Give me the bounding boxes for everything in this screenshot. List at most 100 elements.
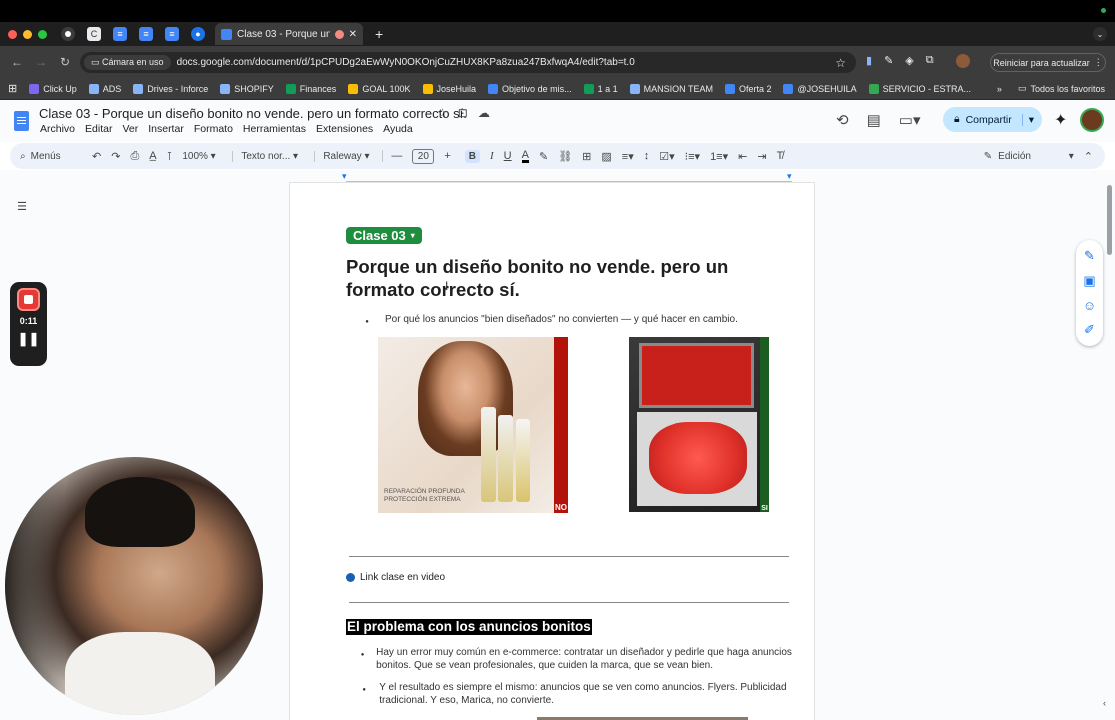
undo-icon[interactable]: ↶ — [92, 150, 101, 163]
address-bar[interactable]: ▭ Cámara en uso docs.google.com/document… — [80, 52, 856, 73]
outline-icon[interactable]: ☰ — [11, 196, 33, 216]
editing-mode-select[interactable]: ✎ Edición ▾ — [984, 151, 1074, 162]
bulleted-list-icon[interactable]: ⁝≡▾ — [685, 150, 700, 163]
checklist-icon[interactable]: ☑▾ — [659, 150, 674, 163]
line-spacing-icon[interactable]: ↕ — [644, 150, 650, 162]
profile-avatar[interactable] — [955, 54, 970, 68]
docs-logo-icon[interactable] — [14, 111, 29, 131]
bookmark-item[interactable]: MANSION TEAM — [629, 83, 713, 94]
bold-icon[interactable]: B — [464, 149, 480, 163]
webcam-bubble[interactable] — [5, 457, 263, 715]
menu-item-formato[interactable]: Formato — [194, 123, 233, 135]
bookmark-item[interactable]: ADS — [88, 83, 121, 94]
update-button[interactable]: Reiniciar para actualizar ⋮ — [990, 53, 1106, 72]
add-comment-icon[interactable]: ⊞ — [582, 150, 591, 163]
bookmark-item[interactable]: Finances — [285, 83, 336, 94]
bookmark-item[interactable]: SERVICIO - ESTRA... — [868, 83, 971, 94]
decrease-indent-icon[interactable]: ⇤ — [738, 150, 747, 163]
redo-icon[interactable]: ↷ — [111, 150, 120, 163]
bookmark-item[interactable]: 1 a 1 — [583, 83, 618, 94]
close-tab-icon[interactable]: ✕ — [349, 29, 357, 40]
ad-image-formato[interactable]: SI — [629, 337, 769, 512]
menu-item-herramientas[interactable]: Herramientas — [243, 123, 306, 135]
align-icon[interactable]: ≡▾ — [622, 150, 634, 163]
camera-in-use-chip[interactable]: ▭ Cámara en uso — [84, 55, 171, 70]
bookmark-item[interactable]: Click Up — [29, 83, 77, 94]
font-size-input[interactable]: 20 — [412, 148, 435, 164]
video-link[interactable]: Link clase en video — [346, 572, 445, 583]
extension-icon[interactable]: ◈ — [905, 54, 913, 68]
link-icon[interactable]: ⛓ — [558, 150, 572, 163]
pen-extension-icon[interactable]: ✎ — [884, 54, 893, 68]
collapse-toolbar-icon[interactable]: ⌃ — [1084, 150, 1093, 163]
ad-image-bonito[interactable]: REPARACIÓN PROFUNDA PROTECCIÓN EXTREMA N… — [378, 337, 568, 513]
insert-image-icon[interactable]: ▨ — [601, 150, 611, 163]
window-close-button[interactable] — [8, 29, 17, 39]
docs-tab-icon[interactable]: ≡ — [165, 27, 179, 41]
search-menus[interactable]: ⌕ Menús — [20, 151, 82, 162]
meet-icon[interactable]: ▭▾ — [899, 111, 921, 129]
tab-search-icon[interactable]: ⌄ — [1093, 27, 1107, 41]
emoji-reaction-icon[interactable]: ☺ — [1081, 296, 1099, 314]
right-indent-marker-icon[interactable]: ▾ — [787, 171, 792, 182]
class-chip[interactable]: Clase 03 ▾ — [346, 227, 422, 244]
decrease-font-size-icon[interactable]: — — [382, 150, 402, 162]
bookmark-item[interactable]: GOAL 100K — [348, 83, 411, 94]
zoom-select[interactable]: 100% ▾ — [182, 151, 222, 162]
menu-item-ver[interactable]: Ver — [122, 123, 138, 135]
cloud-status-icon[interactable]: ☁ — [478, 106, 490, 120]
apps-grid-icon[interactable]: ⊞ — [8, 82, 17, 95]
menu-item-extensiones[interactable]: Extensiones — [316, 123, 373, 135]
document-title[interactable]: Clase 03 - Porque un diseño bonito no ve… — [39, 106, 467, 121]
section-heading[interactable]: El problema con los anuncios bonitos — [346, 619, 592, 635]
font-select[interactable]: Raleway ▾ — [314, 150, 372, 162]
increase-indent-icon[interactable]: ⇥ — [757, 150, 766, 163]
bookmark-item[interactable]: Objetivo de mis... — [488, 83, 572, 94]
list-item[interactable]: Y el resultado es siempre el mismo: anun… — [357, 681, 797, 707]
share-dropdown-icon[interactable]: ▾ — [1021, 113, 1034, 126]
suggest-icon[interactable]: ✐ — [1081, 321, 1099, 339]
puzzle-icon[interactable]: ⧉ — [926, 54, 934, 68]
window-zoom-button[interactable] — [38, 29, 47, 39]
document-heading[interactable]: Porque un diseño bonito no vende. pero u… — [346, 255, 796, 301]
forward-icon[interactable]: → — [34, 55, 48, 69]
back-icon[interactable]: ← — [10, 55, 24, 69]
list-item[interactable]: Hay un error muy común en e-commerce: co… — [357, 646, 797, 672]
bookmark-item[interactable]: JoseHuila — [422, 83, 476, 94]
bookmark-item[interactable]: Oferta 2 — [724, 83, 771, 94]
scroll-arrow-icon[interactable]: ‹ — [1103, 698, 1106, 708]
history-icon[interactable]: ⟲ — [836, 111, 849, 129]
left-indent-marker-icon[interactable]: ▾ — [342, 171, 347, 182]
gemini-icon[interactable]: ✦ — [1054, 110, 1067, 130]
move-folder-icon[interactable]: ⊡ — [458, 106, 468, 120]
suggest-edit-icon[interactable]: ✎ — [1081, 247, 1099, 265]
window-minimize-button[interactable] — [23, 29, 32, 39]
text-color-icon[interactable]: A — [521, 149, 529, 163]
highlight-icon[interactable]: ✎ — [539, 150, 548, 163]
docs-tab-icon[interactable]: ≡ — [113, 27, 127, 41]
bookmark-item[interactable]: SHOPIFY — [220, 83, 274, 94]
clear-formatting-icon[interactable]: T̸ — [777, 150, 784, 162]
paint-format-icon[interactable]: ⊺ — [167, 150, 173, 163]
add-comment-icon[interactable]: ▣ — [1081, 272, 1099, 290]
numbered-list-icon[interactable]: 1≡▾ — [710, 150, 728, 163]
menu-item-ayuda[interactable]: Ayuda — [383, 123, 413, 135]
scrollbar-thumb[interactable] — [1107, 185, 1112, 255]
increase-font-size-icon[interactable]: + — [444, 150, 450, 162]
extension-icon[interactable]: ▮ — [866, 54, 872, 68]
underline-icon[interactable]: U — [504, 150, 512, 162]
comments-icon[interactable]: ▤ — [867, 111, 881, 129]
menu-item-archivo[interactable]: Archivo — [40, 123, 75, 135]
active-tab[interactable]: Clase 03 - Porque un diseño ✕ — [215, 23, 363, 45]
more-bookmarks-icon[interactable]: » — [997, 84, 1002, 94]
pause-icon[interactable]: ❚❚ — [18, 331, 40, 347]
tab-icon-c[interactable]: C — [87, 27, 101, 41]
docs-tab-icon[interactable]: ≡ — [139, 27, 153, 41]
style-select[interactable]: Texto nor... ▾ — [232, 150, 304, 162]
star-icon[interactable]: ☆ — [437, 106, 448, 120]
list-item[interactable]: Por qué los anuncios "bien diseñados" no… — [357, 313, 797, 329]
stop-recording-button[interactable] — [17, 288, 40, 311]
bookmark-item[interactable]: Drives - Inforce — [133, 83, 208, 94]
account-avatar[interactable] — [1080, 108, 1104, 132]
spellcheck-icon[interactable]: A̲ — [149, 150, 156, 162]
